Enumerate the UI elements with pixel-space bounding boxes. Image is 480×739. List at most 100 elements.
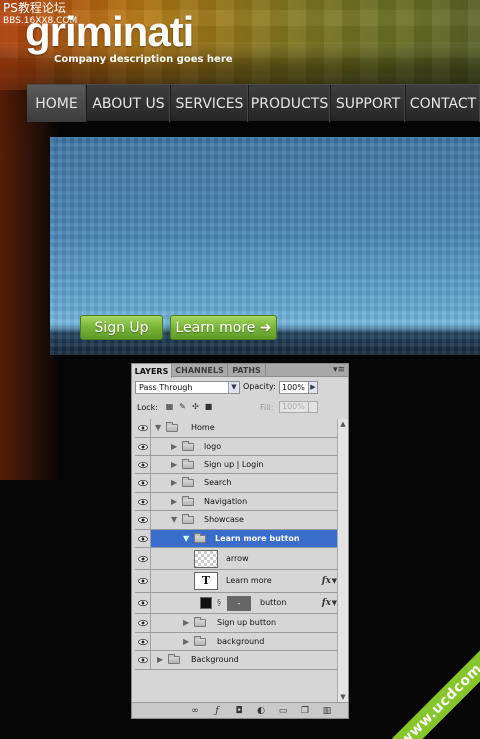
- folder-icon: [194, 532, 206, 543]
- folder-icon: [182, 458, 194, 469]
- fill-input[interactable]: 100%: [279, 401, 309, 413]
- scroll-down-icon[interactable]: ▼: [338, 692, 348, 702]
- lock-transparent-icon[interactable]: ▦: [165, 402, 174, 411]
- layer-row-search[interactable]: ▶ Search: [135, 474, 337, 493]
- nav-item-contact[interactable]: CONTACT: [406, 85, 480, 122]
- layer-row-navigation[interactable]: ▶ Navigation: [135, 493, 337, 511]
- nav-item-support[interactable]: SUPPORT: [331, 85, 406, 122]
- eye-icon[interactable]: [135, 570, 151, 592]
- showcase: Sign Up Learn more ➜: [50, 137, 480, 355]
- layer-row-sign-up-button[interactable]: ▶ Sign up button: [135, 614, 337, 633]
- eye-icon[interactable]: [135, 511, 151, 529]
- collapse-triangle-icon[interactable]: ▶: [171, 442, 177, 452]
- layer-name: Background: [191, 655, 239, 664]
- tab-layers[interactable]: LAYERS: [132, 364, 172, 378]
- eye-icon[interactable]: [135, 493, 151, 510]
- layer-name: background: [217, 636, 265, 646]
- collapse-triangle-icon[interactable]: ▶: [171, 460, 177, 470]
- folder-icon: [182, 477, 194, 487]
- expand-triangle-icon[interactable]: ▼: [171, 515, 177, 525]
- fill-slider-button[interactable]: [308, 401, 318, 413]
- layer-row-home[interactable]: ▼ Home: [135, 419, 337, 438]
- eye-icon[interactable]: [135, 438, 151, 455]
- scroll-up-icon[interactable]: ▲: [338, 419, 348, 429]
- sign-up-button[interactable]: Sign Up: [80, 315, 163, 340]
- layer-name: arrow: [226, 553, 249, 563]
- layer-row-signup-login[interactable]: ▶ Sign up | Login: [135, 456, 337, 474]
- watermark-banner: www.ucdcom.com: [380, 616, 480, 739]
- nav-item-home[interactable]: HOME: [27, 85, 87, 122]
- layer-row-showcase[interactable]: ▼ Showcase: [135, 511, 337, 530]
- collapse-triangle-icon[interactable]: ▶: [171, 497, 177, 507]
- expand-triangle-icon[interactable]: ▼: [155, 423, 161, 433]
- fx-icon[interactable]: fx: [322, 598, 331, 608]
- layer-name: button: [260, 598, 287, 607]
- site-tagline: Company description goes here: [54, 54, 233, 65]
- watermark-text: www.ucdcom.com: [396, 632, 480, 739]
- layer-row-arrow[interactable]: arrow: [135, 548, 337, 570]
- eye-icon[interactable]: [135, 593, 151, 613]
- opacity-label: Opacity:: [243, 382, 276, 391]
- link-layers-icon[interactable]: ∞: [190, 706, 200, 716]
- opacity-slider-button[interactable]: ▶: [308, 381, 318, 394]
- folder-icon: [182, 495, 194, 506]
- eye-icon[interactable]: [135, 456, 151, 473]
- nav-item-products[interactable]: PRODUCTS: [249, 85, 331, 122]
- fx-icon[interactable]: fx: [322, 576, 331, 586]
- layer-name: Showcase: [204, 515, 244, 524]
- eye-icon[interactable]: [135, 548, 151, 569]
- layer-row-background[interactable]: ▶ Background: [135, 651, 337, 670]
- eye-icon[interactable]: [135, 651, 151, 669]
- lock-position-icon[interactable]: ✣: [191, 402, 200, 411]
- collapse-triangle-icon[interactable]: ▶: [183, 618, 189, 628]
- eye-icon[interactable]: [135, 419, 151, 437]
- layer-row-learn-more-button[interactable]: ▼ Learn more button: [135, 530, 337, 548]
- layer-row-background-group[interactable]: ▶ background: [135, 633, 337, 651]
- eye-icon[interactable]: [135, 530, 151, 547]
- expand-triangle-icon[interactable]: ▼: [183, 534, 189, 544]
- layer-name: Learn more: [226, 576, 272, 585]
- collapse-triangle-icon[interactable]: ▶: [183, 637, 189, 647]
- folder-icon: [194, 617, 206, 627]
- panel-tabs: LAYERS CHANNELS PATHS ▾≡: [132, 364, 348, 378]
- opacity-input[interactable]: 100%: [279, 381, 309, 394]
- layers-scrollbar[interactable]: ▲ ▼: [337, 419, 348, 702]
- folder-icon: [194, 635, 206, 646]
- layer-name: Home: [191, 423, 215, 432]
- fill-label: Fill:: [260, 403, 274, 412]
- main-nav: HOME ABOUT US SERVICES PRODUCTS SUPPORT …: [27, 84, 480, 122]
- layer-name: Search: [204, 478, 232, 487]
- panel-menu-icon[interactable]: ▾≡: [333, 365, 345, 375]
- nav-item-about-us[interactable]: ABOUT US: [87, 85, 171, 122]
- folder-icon: [182, 514, 194, 524]
- collapse-triangle-icon[interactable]: ▶: [171, 478, 177, 488]
- learn-more-button[interactable]: Learn more ➜: [170, 315, 277, 340]
- layer-row-learn-more-text[interactable]: T Learn more fx ▼: [135, 570, 337, 593]
- text-layer-thumbnail: T: [194, 572, 218, 590]
- collapse-triangle-icon[interactable]: ▶: [157, 655, 163, 665]
- lock-image-icon[interactable]: ✎: [178, 402, 187, 411]
- lock-label: Lock:: [137, 403, 158, 412]
- layer-name: Learn more button: [215, 533, 300, 543]
- eye-icon[interactable]: [135, 474, 151, 492]
- layer-row-logo[interactable]: ▶ logo: [135, 438, 337, 456]
- layer-thumbnail: [194, 549, 218, 568]
- site-logo[interactable]: griminati: [25, 10, 194, 54]
- add-style-icon[interactable]: ƒ: [212, 706, 222, 716]
- layer-list: ▼ Home ▶ logo ▶ Sign up | Login ▶ Search: [135, 419, 337, 699]
- new-layer-icon[interactable]: ❐: [300, 706, 310, 716]
- tab-paths[interactable]: PATHS: [228, 364, 266, 377]
- eye-icon[interactable]: [135, 614, 151, 632]
- adjustment-layer-icon[interactable]: ◐: [256, 706, 266, 716]
- delete-layer-icon[interactable]: ▥: [322, 706, 332, 716]
- blend-mode-value: Pass Through: [139, 383, 193, 392]
- lock-all-icon[interactable]: ■: [204, 402, 213, 411]
- tab-channels[interactable]: CHANNELS: [172, 364, 228, 377]
- eye-icon[interactable]: [135, 633, 151, 650]
- add-mask-icon[interactable]: ◘: [234, 706, 244, 716]
- layers-panel: LAYERS CHANNELS PATHS ▾≡ Pass Through ▼ …: [131, 363, 349, 719]
- blend-mode-select[interactable]: Pass Through ▼: [135, 381, 240, 394]
- layer-row-button[interactable]: § - button fx ▼: [135, 593, 337, 614]
- new-group-icon[interactable]: ▭: [278, 706, 288, 716]
- nav-item-services[interactable]: SERVICES: [171, 85, 249, 122]
